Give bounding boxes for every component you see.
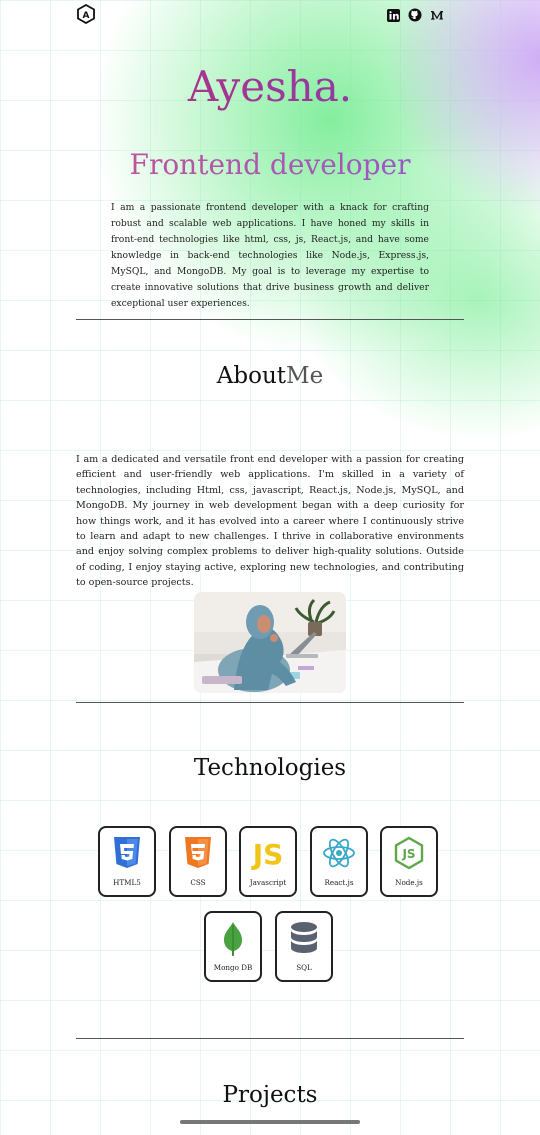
tech-label: HTML5 bbox=[113, 878, 141, 887]
projects-title: Projects bbox=[222, 1082, 318, 1108]
about-title-main: About bbox=[216, 363, 287, 389]
nodejs-icon: JS bbox=[382, 836, 436, 870]
tech-label: Mongo DB bbox=[213, 963, 253, 972]
tech-label: CSS bbox=[190, 878, 206, 887]
css-icon bbox=[171, 836, 225, 870]
tech-label: React.js bbox=[324, 878, 354, 887]
top-bar: A bbox=[0, 0, 540, 30]
hero-name: Ayesha. bbox=[0, 62, 540, 111]
social-links bbox=[386, 8, 444, 22]
mongodb-icon bbox=[206, 921, 260, 957]
technologies-title: Technologies bbox=[193, 755, 347, 781]
tech-label: SQL bbox=[296, 963, 312, 972]
tech-tile-sql: SQL bbox=[275, 911, 333, 982]
svg-text:JS: JS bbox=[251, 838, 284, 870]
svg-text:JS: JS bbox=[401, 847, 415, 861]
html5-icon bbox=[100, 836, 154, 870]
logo-letter: A bbox=[83, 11, 90, 21]
tech-label: Node.js bbox=[395, 878, 423, 887]
tech-tile-mongodb: Mongo DB bbox=[204, 911, 262, 982]
home-indicator[interactable] bbox=[180, 1120, 360, 1124]
hero-description: I am a passionate frontend developer wit… bbox=[111, 202, 429, 309]
tech-tile-html5: HTML5 bbox=[98, 826, 156, 897]
profile-photo bbox=[194, 592, 346, 693]
logo-icon[interactable]: A bbox=[76, 3, 96, 25]
divider bbox=[76, 1038, 464, 1039]
react-icon bbox=[312, 836, 366, 870]
javascript-icon: JS bbox=[241, 836, 295, 870]
divider bbox=[76, 702, 464, 703]
sql-icon bbox=[277, 921, 331, 955]
about-text: I am a dedicated and versatile front end… bbox=[76, 454, 464, 589]
about-title-accent: Me bbox=[286, 363, 324, 389]
about-title: AboutMe bbox=[0, 363, 540, 389]
divider bbox=[76, 319, 464, 320]
hero-role: Frontend developer bbox=[0, 148, 540, 181]
tech-label: Javascript bbox=[249, 878, 287, 887]
tech-tile-css: CSS bbox=[169, 826, 227, 897]
medium-icon[interactable] bbox=[430, 8, 444, 22]
github-icon[interactable] bbox=[408, 8, 422, 22]
linkedin-icon[interactable] bbox=[386, 8, 400, 22]
tech-tile-nodejs: JS Node.js bbox=[380, 826, 438, 897]
tech-tile-react: React.js bbox=[310, 826, 368, 897]
tech-tile-javascript: JS Javascript bbox=[239, 826, 297, 897]
